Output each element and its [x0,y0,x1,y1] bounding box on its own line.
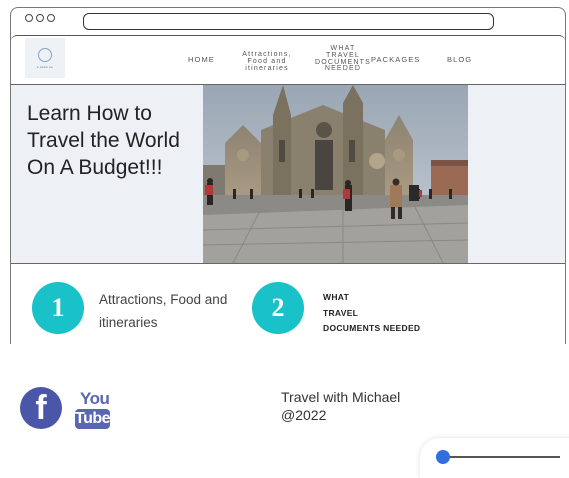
youtube-you-text: You [80,389,110,408]
footer-credit-line: Travel with Michael [281,389,401,405]
window-dot-close[interactable] [25,14,33,22]
slider-handle[interactable] [436,450,450,464]
feature-1-text[interactable]: Attractions, Food and itineraries [99,288,227,334]
hero-title-line: Travel the World [27,129,180,152]
feature-2-text[interactable]: WHAT TRAVEL DOCUMENTS NEEDED [323,290,420,337]
hero-cathedral-photo [203,85,468,263]
feature-1-line: itineraries [99,315,158,330]
feature-2-line: DOCUMENTS NEEDED [323,323,421,333]
footer-credit: Travel with Michael @2022 [281,388,400,424]
cathedral-illustration [203,85,468,263]
feature-number-2-badge: 2 [252,282,304,334]
address-bar[interactable] [83,13,494,30]
slider-widget [420,438,569,478]
facebook-glyph: f [35,389,47,427]
logo-text: ● ●●●● ●● [36,64,54,69]
feature-2-line: TRAVEL [323,307,359,318]
window-dot-minimize[interactable] [36,14,44,22]
site-logo[interactable]: ● ●●●● ●● [25,38,65,78]
nav-attractions[interactable]: Attractions, Food and itineraries [238,51,296,72]
youtube-tube-text: Tube [75,409,111,429]
feature-1-line: Attractions, Food and [99,292,228,307]
nav-blog[interactable]: BLOG [447,56,472,64]
feature-number-1-badge: 1 [32,282,84,334]
slider-track[interactable] [444,456,560,458]
feature-2-line: WHAT [323,292,350,302]
nav-packages[interactable]: PACKAGES [371,56,421,64]
youtube-icon[interactable]: You Tube [75,389,111,431]
hero-section: Learn How to Travel the World On A Budge… [11,84,565,264]
nav-documents-line: NEEDED [324,65,362,73]
facebook-icon[interactable]: f [20,387,62,429]
hero-title: Learn How to Travel the World On A Budge… [27,100,207,181]
footer-credit-line: @2022 [281,407,327,423]
nav-documents[interactable]: WHAT TRAVEL DOCUMENTS NEEDED [312,45,374,73]
nav-attractions-line: itineraries [245,64,289,72]
window-dot-maximize[interactable] [47,14,55,22]
browser-titlebar [11,8,565,34]
main-nav: HOME Attractions, Food and itineraries W… [181,45,481,80]
hero-title-line: On A Budget!!! [27,156,163,179]
nav-home[interactable]: HOME [188,56,215,64]
hero-title-line: Learn How to [27,102,152,125]
logo-mark-icon [38,47,52,62]
